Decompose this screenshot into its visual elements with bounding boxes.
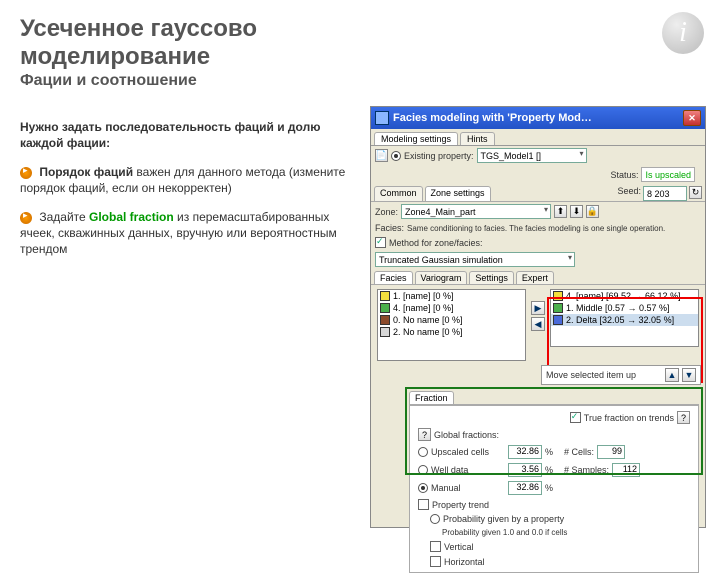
- facies-label: Facies:: [375, 223, 404, 233]
- tab-expert[interactable]: Expert: [516, 271, 554, 284]
- move-up-button[interactable]: ▲: [665, 368, 679, 382]
- list-item: 2. No name [0 %]: [378, 326, 525, 338]
- tab-common[interactable]: Common: [374, 186, 423, 201]
- slide-title: Усеченное гауссовомоделирование: [20, 15, 700, 70]
- close-icon[interactable]: ✕: [683, 110, 701, 126]
- zone-lock-icon[interactable]: 🔒: [586, 205, 599, 218]
- propertytrend-label: Property trend: [432, 500, 489, 510]
- bullet-icon: [20, 212, 32, 224]
- vertical-checkbox: [430, 541, 441, 552]
- move-label: Move selected item up: [546, 370, 662, 380]
- tab-facies[interactable]: Facies: [374, 271, 413, 284]
- tab-modeling-settings[interactable]: Modeling settings: [374, 132, 458, 145]
- seed-label: Seed:: [617, 186, 641, 201]
- list-item: 1. [name] [0 %]: [378, 290, 525, 302]
- manual-value[interactable]: 32.86: [508, 481, 542, 495]
- window-titlebar[interactable]: Facies modeling with 'Property Mod… ✕: [371, 107, 705, 129]
- move-down-button[interactable]: ▼: [682, 368, 696, 382]
- existing-property-select[interactable]: TGS_Model1 []: [477, 148, 587, 163]
- probgiven-label: Probability given by a property: [443, 514, 564, 524]
- horizontal-checkbox: [430, 556, 441, 567]
- window-title: Facies modeling with 'Property Mod…: [393, 112, 683, 124]
- dialog-window: Facies modeling with 'Property Mod… ✕ Mo…: [370, 106, 706, 528]
- zone-prev-icon[interactable]: ⬆: [554, 205, 567, 218]
- probnote: Probability given 1.0 and 0.0 if cells: [442, 528, 567, 537]
- horizontal-label: Horizontal: [444, 557, 485, 567]
- method-select[interactable]: Truncated Gaussian simulation: [375, 252, 575, 267]
- tab-settings[interactable]: Settings: [469, 271, 514, 284]
- manual-label: Manual: [431, 483, 505, 493]
- method-checkbox[interactable]: [375, 237, 386, 248]
- intro-text: Нужно задать последовательность фаций и …: [20, 120, 360, 151]
- tab-variogram[interactable]: Variogram: [415, 271, 468, 284]
- seed-input[interactable]: 8 203: [643, 186, 687, 201]
- callout-fraction-highlight: [405, 387, 703, 475]
- vertical-label: Vertical: [444, 542, 474, 552]
- slide-subtitle: Фации и соотношение: [20, 72, 700, 90]
- existing-label: Existing property:: [404, 151, 474, 161]
- move-item-panel: Move selected item up ▲ ▼: [541, 365, 701, 385]
- existing-radio[interactable]: [391, 151, 401, 161]
- bullet-1: Порядок фаций важен для данного метода (…: [20, 165, 360, 196]
- probgiven-radio: [430, 514, 440, 524]
- seed-refresh-icon[interactable]: ↻: [689, 186, 702, 199]
- info-icon: i: [662, 12, 704, 54]
- add-facies-button[interactable]: ▶: [531, 301, 545, 315]
- status-label: Status:: [610, 170, 638, 180]
- list-item: 0. No name [0 %]: [378, 314, 525, 326]
- available-facies-list[interactable]: 1. [name] [0 %] 4. [name] [0 %] 0. No na…: [377, 289, 526, 361]
- zone-select[interactable]: Zone4_Main_part: [401, 204, 551, 219]
- list-item: 4. [name] [0 %]: [378, 302, 525, 314]
- app-icon: [375, 111, 389, 125]
- tab-hints[interactable]: Hints: [460, 132, 495, 145]
- new-button[interactable]: 📄: [375, 149, 388, 162]
- manual-radio[interactable]: [418, 483, 428, 493]
- main-tabs: Modeling settings Hints: [371, 129, 705, 146]
- bullet-2: Задайте Global fraction из перемасштабир…: [20, 210, 360, 257]
- zone-next-icon[interactable]: ⬇: [570, 205, 583, 218]
- zone-label: Zone:: [375, 207, 398, 217]
- tab-zone-settings[interactable]: Zone settings: [425, 186, 491, 201]
- bullet-icon: [20, 167, 32, 179]
- propertytrend-checkbox[interactable]: [418, 499, 429, 510]
- left-column: Нужно задать последовательность фаций и …: [20, 120, 360, 271]
- status-value: Is upscaled: [641, 167, 695, 182]
- facies-note: Same conditioning to facies. The facies …: [407, 224, 701, 233]
- remove-facies-button[interactable]: ◀: [531, 317, 545, 331]
- method-label: Method for zone/facies:: [389, 238, 483, 248]
